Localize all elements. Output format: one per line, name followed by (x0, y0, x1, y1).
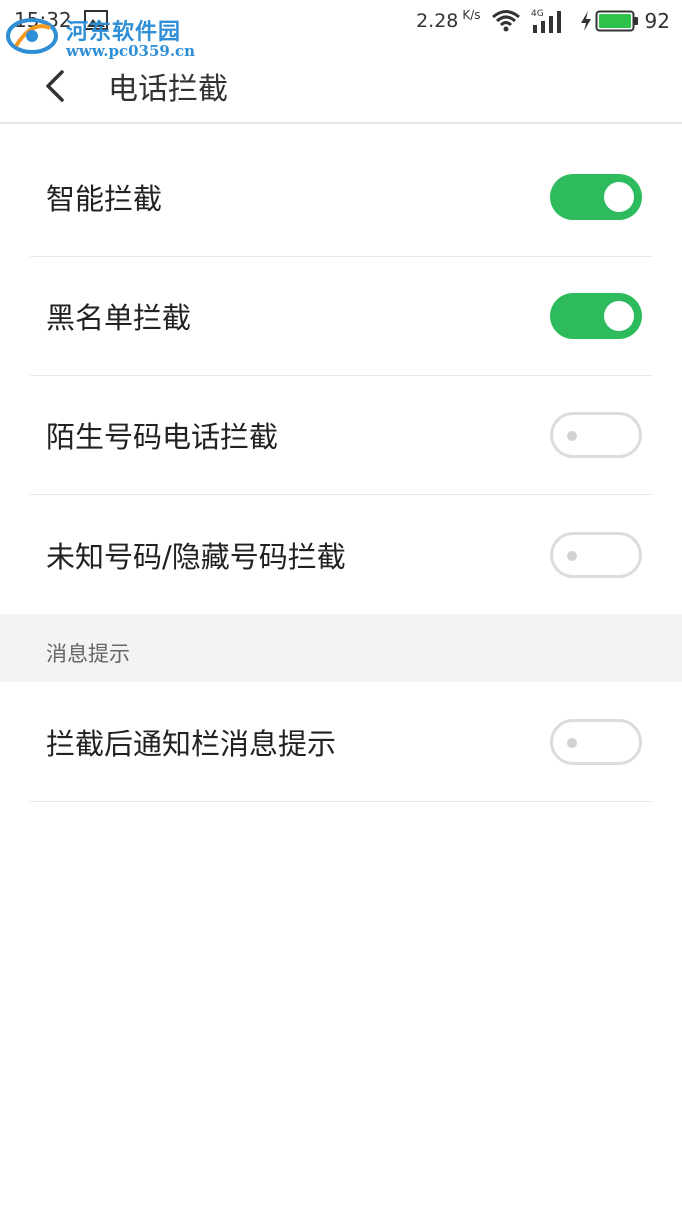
setting-row-smart-interception[interactable]: 智能拦截 (30, 138, 652, 257)
network-type-label: 4G (531, 9, 544, 19)
setting-label: 陌生号码电话拦截 (46, 420, 279, 454)
battery-icon (595, 10, 638, 32)
toggle-knob (567, 431, 577, 441)
setting-label: 智能拦截 (46, 182, 163, 216)
page-title: 电话拦截 (108, 72, 228, 107)
battery-percentage: 92 (644, 9, 670, 33)
setting-row-blacklist-interception[interactable]: 黑名单拦截 (30, 257, 652, 376)
toggle-knob (567, 737, 577, 748)
signal-4g-icon: 4G (531, 9, 561, 33)
setting-row-notify-after-interception[interactable]: 拦截后通知栏消息提示 (30, 682, 652, 802)
toggle-knob (604, 182, 634, 212)
setting-label: 未知号码/隐藏号码拦截 (46, 539, 346, 574)
status-right-group: 2.28 K/s 4G 92 (416, 6, 670, 36)
network-speed-value: 2.28 (416, 10, 459, 32)
notification-settings-list: 拦截后通知栏消息提示 (0, 682, 682, 802)
stranger-number-interception-toggle[interactable] (550, 412, 642, 458)
back-arrow-icon[interactable] (34, 64, 78, 108)
wifi-icon (491, 10, 520, 32)
status-bar: 15:32 2.28 K/s 4G 92 (0, 0, 682, 42)
setting-row-stranger-number-interception[interactable]: 陌生号码电话拦截 (30, 376, 652, 495)
network-speed-unit: K/s (462, 8, 481, 22)
setting-row-unknown-hidden-number-interception[interactable]: 未知号码/隐藏号码拦截 (30, 495, 652, 614)
section-header-message-notice: 消息提示 (0, 614, 682, 682)
toggle-knob (567, 550, 577, 561)
image-notification-icon (84, 10, 108, 30)
setting-label: 拦截后通知栏消息提示 (46, 726, 337, 761)
blacklist-interception-toggle[interactable] (550, 293, 642, 339)
section-title: 消息提示 (46, 642, 130, 666)
status-time: 15:32 (14, 8, 72, 32)
setting-label: 黑名单拦截 (46, 301, 192, 335)
toggle-knob (604, 301, 634, 331)
network-speed: 2.28 K/s (416, 8, 481, 32)
unknown-hidden-number-interception-toggle[interactable] (550, 531, 642, 578)
battery-group: 92 (579, 9, 670, 33)
title-bar: 电话拦截 (0, 42, 682, 124)
notify-after-interception-toggle[interactable] (550, 718, 642, 765)
smart-interception-toggle[interactable] (550, 174, 642, 220)
charging-bolt-icon (580, 11, 591, 31)
interception-settings-list: 智能拦截 黑名单拦截 陌生号码电话拦截 未知号码/隐藏号码拦截 (0, 138, 682, 614)
